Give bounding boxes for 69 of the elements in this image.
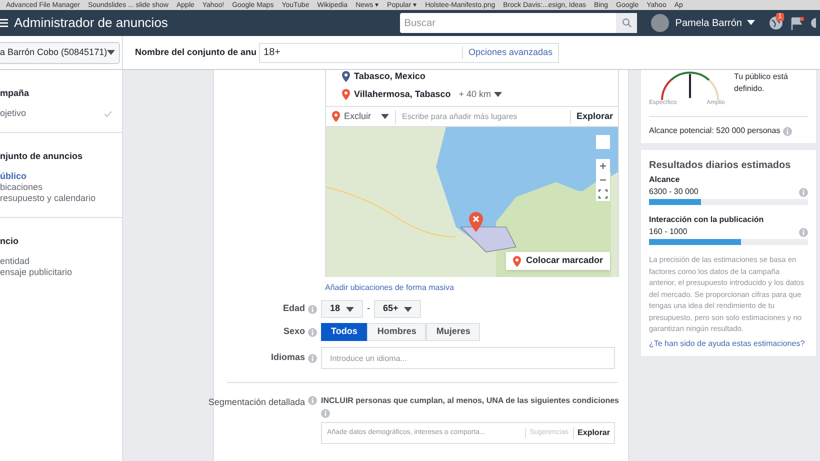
metric-name: Alcance — [649, 174, 681, 186]
metric-name: Interacción con la publicación — [649, 214, 765, 226]
info-icon — [308, 304, 317, 314]
info-icon — [321, 408, 330, 418]
section-heading: mpaña — [0, 87, 30, 99]
sidebar-item[interactable]: ojetivo — [0, 106, 26, 120]
drop-pin-button[interactable]: Colocar marcador — [506, 252, 610, 270]
info-icon — [308, 396, 317, 405]
section-heading: ncio — [0, 235, 20, 247]
metric-range: 6300 - 30 000 — [649, 186, 698, 198]
pin-icon — [332, 111, 340, 122]
location-name: Villahermosa, Tabasco — [354, 88, 451, 102]
field-label: Nombre del conjunto de anu — [135, 46, 257, 59]
section-heading: njunto de anuncios — [0, 150, 84, 162]
range-separator: - — [367, 302, 370, 316]
info-icon — [799, 188, 808, 196]
potential-reach: Alcance potencial: 520 000 personas — [649, 125, 780, 137]
search-icon — [622, 18, 632, 28]
avatar[interactable] — [651, 14, 670, 32]
age-dropdown[interactable]: 65+ — [374, 300, 422, 318]
field-label: Sexo — [283, 325, 305, 338]
sidebar-item[interactable]: bicaciones — [0, 180, 43, 194]
app-title: Administrador de anuncios — [14, 14, 168, 32]
field-label: Segmentación detallada — [208, 396, 305, 409]
radius-selector[interactable]: + 40 km — [458, 88, 502, 102]
map-marker-icon — [469, 212, 483, 232]
pin-icon — [342, 89, 350, 100]
caret-icon — [404, 306, 412, 312]
card-title: Resultados diarios estimados — [649, 159, 792, 173]
gender-option[interactable]: Todos — [321, 323, 368, 341]
caret-icon — [747, 20, 755, 26]
location-name: Tabasco, Mexico — [354, 70, 426, 84]
ad-set-name-field[interactable]: 18+ Opciones avanzadas — [258, 42, 559, 62]
search-button[interactable] — [616, 13, 638, 33]
pin-icon — [512, 256, 521, 266]
search-field[interactable]: Buscar — [400, 13, 616, 33]
user-name[interactable]: Pamela Barrón — [675, 16, 742, 30]
info-icon — [783, 126, 792, 136]
fit-view-icon[interactable] — [596, 187, 610, 201]
feedback-link[interactable]: ¿Te han sido de ayuda estas estimaciones? — [649, 338, 808, 350]
sidebar-item[interactable]: entidad — [0, 254, 30, 268]
language-input[interactable]: Introduce un idioma... — [321, 347, 615, 369]
sidebar-item[interactable]: ensaje publicitario — [0, 266, 72, 280]
location-input[interactable]: Escribe para añadir más lugares — [395, 110, 570, 124]
caret-icon — [107, 50, 116, 55]
field-label: Edad — [282, 302, 305, 316]
account-selector[interactable]: a Barrón Cobo (50845171) — [0, 42, 120, 64]
age-dropdown[interactable]: 18 — [321, 300, 364, 318]
field-label: Idiomas — [270, 351, 305, 364]
gender-option[interactable]: Mujeres — [426, 323, 480, 341]
explore-button[interactable]: Explorar — [572, 427, 614, 439]
explore-button[interactable]: Explorar — [570, 110, 618, 124]
caret-icon — [346, 306, 354, 312]
caret-icon — [494, 92, 502, 98]
caret-icon — [381, 114, 390, 119]
bulk-locations-link[interactable]: Añadir ubicaciones de forma masiva — [325, 282, 618, 292]
menu-icon[interactable] — [0, 19, 8, 27]
flag-icon[interactable] — [791, 16, 804, 30]
info-icon — [308, 328, 317, 336]
sidebar-item[interactable]: resupuesto y calendario — [0, 192, 96, 206]
info-icon — [308, 354, 317, 362]
settings-icon[interactable] — [810, 17, 816, 29]
metric-range: 160 - 1000 — [649, 226, 688, 238]
info-icon — [799, 228, 808, 236]
advanced-options-link[interactable]: Opciones avanzadas — [462, 46, 558, 60]
gender-option[interactable]: Hombres — [367, 323, 426, 341]
audience-status: Tu público está definido. — [734, 71, 789, 95]
sidebar-item[interactable]: úblico — [0, 170, 26, 184]
include-exclude-dropdown[interactable]: Excluir — [326, 107, 396, 126]
